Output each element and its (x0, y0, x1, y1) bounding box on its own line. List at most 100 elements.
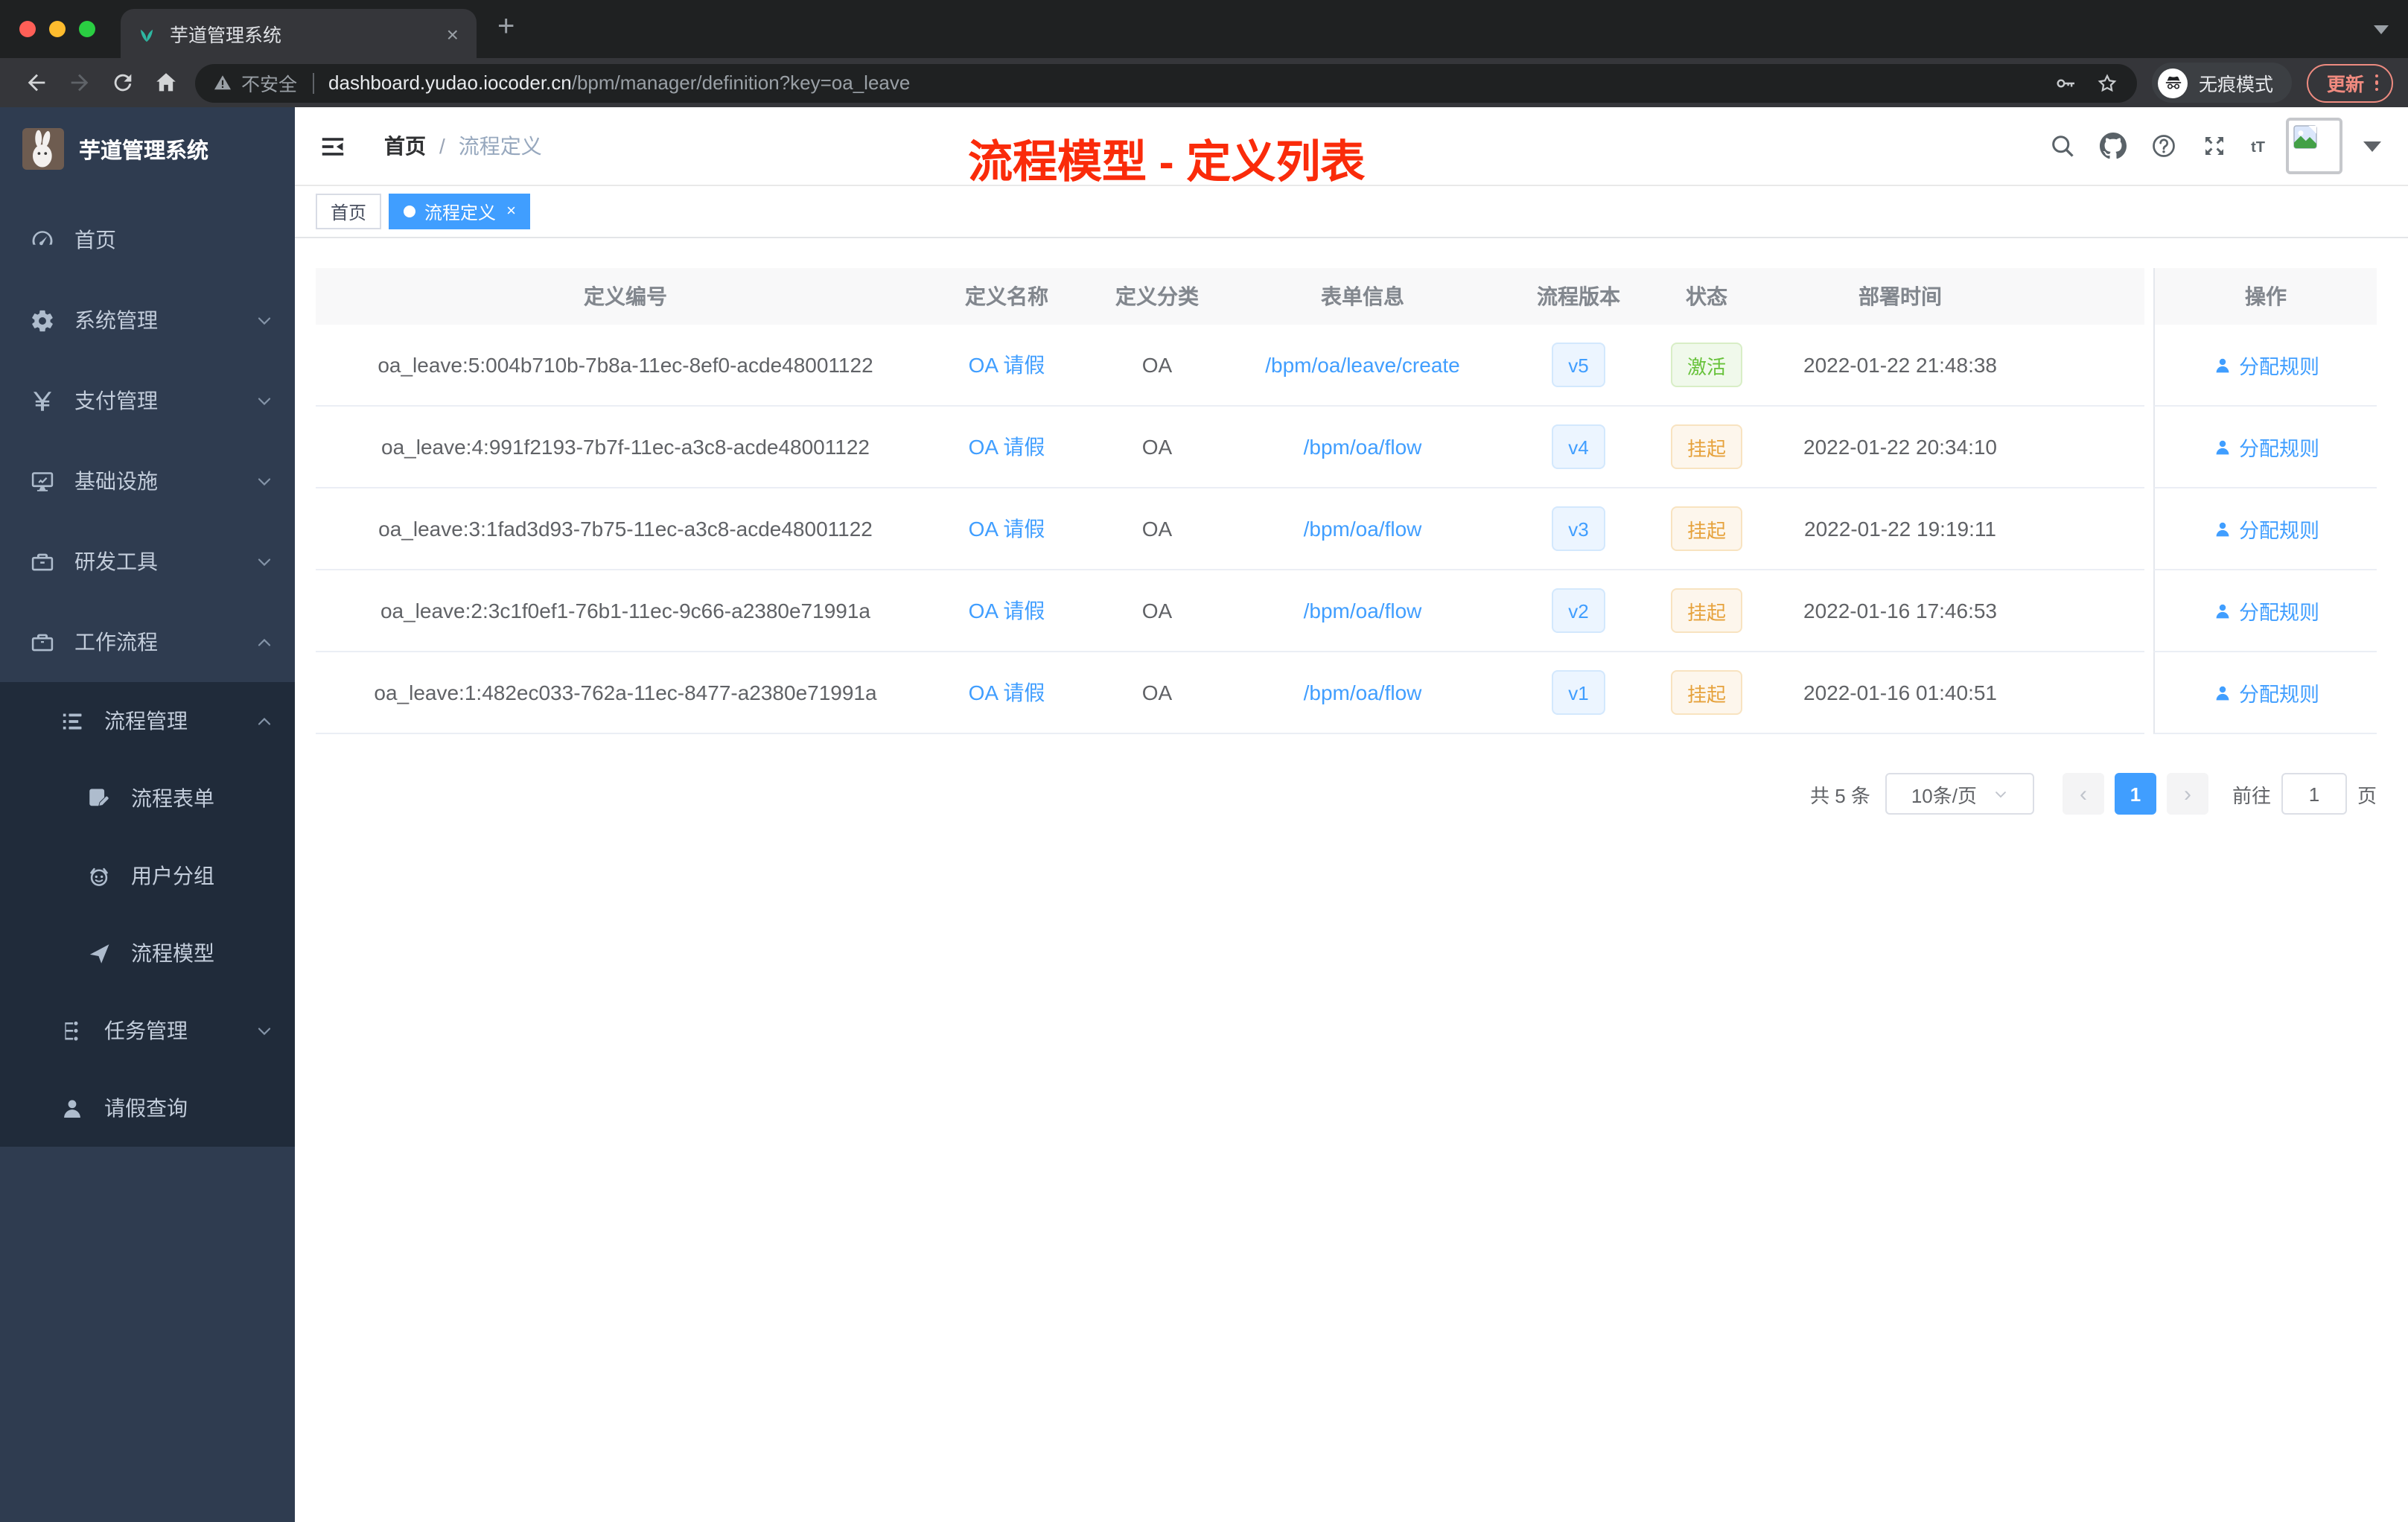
definition-name-link[interactable]: OA 请假 (969, 432, 1045, 462)
table-row: oa_leave:4:991f2193-7b7f-11ec-a3c8-acde4… (316, 407, 2377, 488)
form-link[interactable]: /bpm/oa/leave/create (1265, 353, 1460, 377)
password-key-icon[interactable] (2054, 71, 2078, 95)
sidebar-item[interactable]: 流程表单 (0, 760, 295, 837)
definition-name-link[interactable]: OA 请假 (969, 678, 1045, 707)
page-size-select[interactable]: 10条/页 (1885, 773, 2034, 815)
window-close-button[interactable] (19, 21, 36, 37)
sidebar-item[interactable]: 工作流程 (0, 602, 295, 682)
sidebar-item[interactable]: 任务管理 (0, 992, 295, 1069)
window-controls (19, 21, 95, 37)
prev-page-button[interactable]: ‹ (2062, 773, 2104, 815)
sidebar-item[interactable]: 流程管理 (0, 682, 295, 760)
definition-name-link[interactable]: OA 请假 (969, 514, 1045, 544)
user-icon (2212, 519, 2232, 538)
address-bar[interactable]: 不安全 dashboard.yudao.iocoder.cn/bpm/manag… (195, 63, 2138, 102)
user-group-icon (86, 863, 112, 888)
version-tag: v2 (1552, 588, 1605, 633)
status-tag: 挂起 (1670, 588, 1742, 633)
security-label[interactable]: 不安全 (241, 69, 297, 97)
assign-rule-link[interactable]: 分配规则 (2212, 678, 2319, 707)
incognito-label: 无痕模式 (2198, 74, 2273, 95)
home-icon[interactable] (153, 70, 179, 95)
browser-update-button[interactable]: 更新 (2307, 63, 2393, 102)
incognito-badge: 无痕模式 (2152, 63, 2293, 103)
user-icon (2212, 683, 2232, 702)
definition-table: 定义编号 定义名称 定义分类 表单信息 流程版本 状态 部署时间 操作 oa_leave:5:… (316, 268, 2377, 734)
sidebar-item[interactable]: 首页 (0, 200, 295, 280)
avatar-caret-icon[interactable] (2363, 141, 2381, 151)
goto-prefix: 前往 (2232, 784, 2271, 806)
back-icon[interactable] (24, 70, 49, 95)
breadcrumb-separator: / (439, 134, 445, 158)
tag-active[interactable]: 流程定义 × (389, 194, 531, 229)
github-icon[interactable] (2099, 133, 2127, 159)
window-zoom-button[interactable] (79, 21, 95, 37)
table-row: oa_leave:2:3c1f0ef1-76b1-11ec-9c66-a2380… (316, 570, 2377, 652)
font-size-icon[interactable]: tT (2251, 133, 2265, 159)
assign-rule-link[interactable]: 分配规则 (2212, 350, 2319, 380)
breadcrumb-current: 流程定义 (458, 134, 542, 158)
next-page-button[interactable]: › (2166, 773, 2208, 815)
forward-icon[interactable] (67, 70, 92, 95)
page-1-button[interactable]: 1 (2114, 773, 2156, 815)
search-icon[interactable] (2048, 133, 2075, 159)
sidebar-item[interactable]: 流程模型 (0, 914, 295, 992)
definition-name-link[interactable]: OA 请假 (969, 350, 1045, 380)
sidebar-item[interactable]: 系统管理 (0, 280, 295, 360)
chevron-up-icon (255, 711, 274, 730)
tag-close-icon[interactable]: × (506, 203, 516, 220)
column-header: 部署时间 (1745, 268, 2055, 325)
reload-icon[interactable] (110, 70, 136, 95)
new-tab-button[interactable]: + (497, 10, 515, 45)
assign-rule-link[interactable]: 分配规则 (2212, 432, 2319, 462)
monitor-icon (30, 468, 55, 494)
form-link[interactable]: /bpm/oa/flow (1304, 517, 1422, 541)
tags-view: 首页 流程定义 × (295, 186, 2408, 238)
window-minimize-button[interactable] (49, 21, 66, 37)
broken-image-icon (2292, 124, 2319, 150)
header-actions: tT (2025, 118, 2381, 174)
form-link[interactable]: /bpm/oa/flow (1304, 681, 1422, 704)
flow-list-icon (60, 708, 85, 733)
chevron-down-icon (255, 471, 274, 491)
sidebar-item[interactable]: 支付管理 (0, 360, 295, 441)
fullscreen-icon[interactable] (2200, 133, 2227, 159)
column-header: 流程版本 (1489, 268, 1668, 325)
form-link[interactable]: /bpm/oa/flow (1304, 435, 1422, 459)
assign-rule-link[interactable]: 分配规则 (2212, 514, 2319, 544)
assign-rule-link[interactable]: 分配规则 (2212, 596, 2319, 625)
tab-search-caret-icon[interactable] (2374, 25, 2389, 34)
category-cell: OA (1078, 652, 1236, 734)
form-icon (86, 786, 112, 811)
goto-page-input[interactable] (2281, 773, 2347, 815)
sidebar-item[interactable]: 基础设施 (0, 441, 295, 521)
sidebar-menu: 首页 系统管理 支付管理 基础设施 研发工具 工作流程 流程管理 流程表单 用户… (0, 191, 295, 1147)
sidebar-item[interactable]: 请假查询 (0, 1069, 295, 1147)
avatar[interactable] (2286, 118, 2342, 174)
sidebar-item[interactable]: 用户分组 (0, 837, 295, 914)
tab-close-icon[interactable]: × (444, 20, 462, 47)
browser-menu-icon[interactable] (2374, 74, 2378, 92)
category-cell: OA (1078, 570, 1236, 652)
form-link[interactable]: /bpm/oa/flow (1304, 599, 1422, 623)
active-dot (404, 206, 416, 217)
task-tree-icon (60, 1018, 85, 1043)
person-icon (60, 1095, 85, 1121)
app-logo[interactable]: 芋道管理系统 (0, 107, 295, 191)
status-tag: 挂起 (1670, 424, 1742, 469)
pagination-total: 共 5 条 (1810, 784, 1870, 806)
breadcrumb-home[interactable]: 首页 (384, 131, 426, 161)
help-icon[interactable] (2150, 133, 2176, 159)
sidebar-collapse-icon[interactable] (319, 132, 347, 160)
tag-item[interactable]: 首页 (316, 194, 382, 229)
bookmark-star-icon[interactable] (2096, 71, 2120, 95)
category-cell: OA (1078, 325, 1236, 407)
briefcase-icon (30, 629, 55, 655)
user-icon (2212, 601, 2232, 620)
browser-tab[interactable]: 芋道管理系统 × (121, 9, 477, 58)
dashboard-icon (30, 227, 55, 252)
browser-toolbar: 不安全 dashboard.yudao.iocoder.cn/bpm/manag… (0, 58, 2408, 107)
sidebar-item[interactable]: 研发工具 (0, 521, 295, 602)
definition-name-link[interactable]: OA 请假 (969, 596, 1045, 625)
version-tag: v5 (1552, 343, 1605, 387)
